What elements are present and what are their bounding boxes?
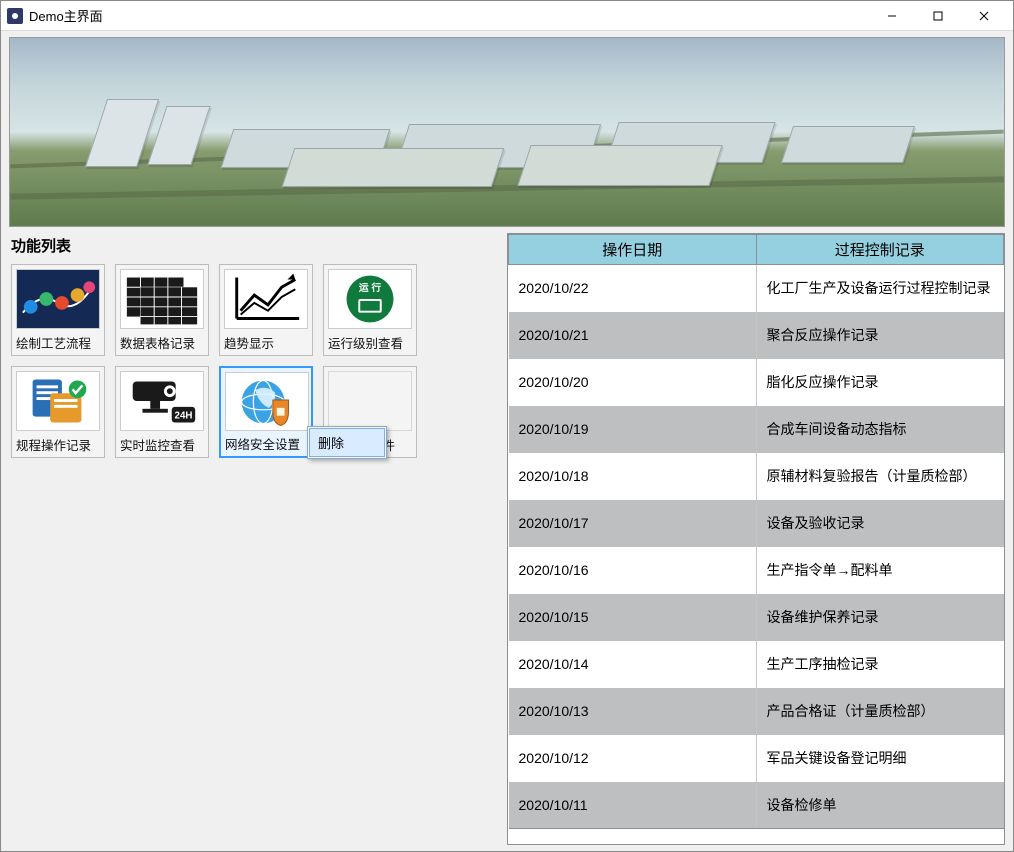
tile-grid: 绘制工艺流程	[9, 262, 501, 460]
maximize-button[interactable]	[915, 1, 961, 31]
tile-label: 网络安全设置	[225, 431, 300, 454]
procedure-record-icon	[16, 371, 100, 431]
cell-record: 设备及验收记录	[756, 500, 1004, 547]
cell-date: 2020/10/17	[509, 500, 757, 547]
process-flow-icon	[16, 269, 100, 329]
content-area: 功能列表	[1, 31, 1013, 851]
globe-shield-icon	[225, 372, 309, 431]
trend-chart-icon	[224, 269, 308, 329]
table-row[interactable]: 2020/10/19合成车间设备动态指标	[509, 406, 1004, 453]
tile-label: 趋势显示	[224, 330, 274, 353]
records-tbody: 2020/10/22化工厂生产及设备运行过程控制记录 2020/10/21聚合反…	[509, 265, 1004, 829]
run-level-icon: 运 行	[328, 269, 412, 329]
cell-record: 原辅材料复验报告（计量质检部）	[756, 453, 1004, 500]
banner-image	[9, 37, 1005, 227]
titlebar: Demo主界面	[1, 1, 1013, 31]
cell-date: 2020/10/15	[509, 594, 757, 641]
cell-record: 合成车间设备动态指标	[756, 406, 1004, 453]
cell-date: 2020/10/16	[509, 547, 757, 594]
table-row[interactable]: 2020/10/17设备及验收记录	[509, 500, 1004, 547]
records-table: 操作日期 过程控制记录 2020/10/22化工厂生产及设备运行过程控制记录 2…	[508, 234, 1004, 829]
tile-label: 实时监控查看	[120, 432, 195, 455]
cell-date: 2020/10/11	[509, 782, 757, 829]
cell-record: 设备维护保养记录	[756, 594, 1004, 641]
cell-date: 2020/10/20	[509, 359, 757, 406]
context-menu: 删除	[307, 426, 387, 459]
tile-run-level[interactable]: 运 行 运行级别查看	[323, 264, 417, 356]
titlebar-left: Demo主界面	[7, 6, 103, 25]
context-menu-delete[interactable]: 删除	[309, 428, 385, 457]
cell-date: 2020/10/22	[509, 265, 757, 312]
table-row[interactable]: 2020/10/15设备维护保养记录	[509, 594, 1004, 641]
tile-procedure-record[interactable]: 规程操作记录	[11, 366, 105, 458]
tile-label: 规程操作记录	[16, 432, 91, 455]
tile-data-table[interactable]: 数据表格记录	[115, 264, 209, 356]
cell-record: 军品关键设备登记明细	[756, 735, 1004, 782]
table-row[interactable]: 2020/10/21聚合反应操作记录	[509, 312, 1004, 359]
cell-record: 设备检修单	[756, 782, 1004, 829]
right-panel: 操作日期 过程控制记录 2020/10/22化工厂生产及设备运行过程控制记录 2…	[507, 233, 1005, 845]
blank-plugin-icon	[328, 371, 412, 431]
table-row[interactable]: 2020/10/20脂化反应操作记录	[509, 359, 1004, 406]
tile-draw-process[interactable]: 绘制工艺流程	[11, 264, 105, 356]
svg-text:运 行: 运 行	[359, 281, 381, 294]
tile-label: 运行级别查看	[328, 330, 403, 353]
tile-realtime-monitor[interactable]: 24H 实时监控查看	[115, 366, 209, 458]
cell-record: 生产指令单→配料单	[756, 547, 1004, 594]
lower-area: 功能列表	[9, 233, 1005, 845]
cell-record: 生产工序抽检记录	[756, 641, 1004, 688]
close-button[interactable]	[961, 1, 1007, 31]
cell-record: 化工厂生产及设备运行过程控制记录	[756, 265, 1004, 312]
app-icon	[7, 8, 23, 24]
tile-network-security[interactable]: 网络安全设置 删除	[219, 366, 313, 458]
camera-24h-icon: 24H	[120, 371, 204, 431]
table-row[interactable]: 2020/10/16生产指令单→配料单	[509, 547, 1004, 594]
main-window: Demo主界面	[0, 0, 1014, 852]
column-header-record[interactable]: 过程控制记录	[756, 235, 1004, 265]
window-title: Demo主界面	[29, 6, 103, 25]
svg-text:24H: 24H	[175, 411, 193, 422]
function-list-title: 功能列表	[9, 233, 501, 262]
cell-record: 聚合反应操作记录	[756, 312, 1004, 359]
tile-label: 绘制工艺流程	[16, 330, 91, 353]
table-row[interactable]: 2020/10/11设备检修单	[509, 782, 1004, 829]
cell-record: 脂化反应操作记录	[756, 359, 1004, 406]
minimize-button[interactable]	[869, 1, 915, 31]
cell-date: 2020/10/14	[509, 641, 757, 688]
table-row[interactable]: 2020/10/18原辅材料复验报告（计量质检部）	[509, 453, 1004, 500]
cell-date: 2020/10/21	[509, 312, 757, 359]
cell-date: 2020/10/13	[509, 688, 757, 735]
column-header-date[interactable]: 操作日期	[509, 235, 757, 265]
cell-record: 产品合格证（计量质检部）	[756, 688, 1004, 735]
cell-date: 2020/10/19	[509, 406, 757, 453]
data-table-icon	[120, 269, 204, 329]
tile-trend-display[interactable]: 趋势显示	[219, 264, 313, 356]
table-row[interactable]: 2020/10/22化工厂生产及设备运行过程控制记录	[509, 265, 1004, 312]
table-row[interactable]: 2020/10/13产品合格证（计量质检部）	[509, 688, 1004, 735]
window-controls	[869, 1, 1007, 31]
tile-label: 数据表格记录	[120, 330, 195, 353]
cell-date: 2020/10/18	[509, 453, 757, 500]
table-row[interactable]: 2020/10/12军品关键设备登记明细	[509, 735, 1004, 782]
table-row[interactable]: 2020/10/14生产工序抽检记录	[509, 641, 1004, 688]
cell-date: 2020/10/12	[509, 735, 757, 782]
left-panel: 功能列表	[9, 233, 501, 845]
